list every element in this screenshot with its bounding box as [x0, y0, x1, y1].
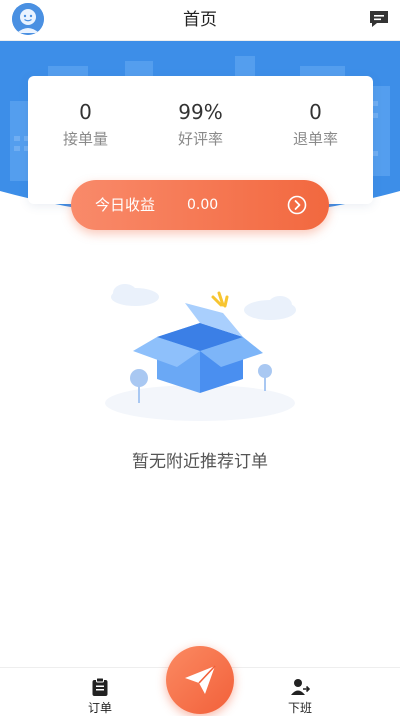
- top-app-bar: 首页: [0, 0, 400, 41]
- stat-order-count[interactable]: 0 接单量: [28, 100, 143, 149]
- stat-value: 0: [79, 100, 92, 124]
- stat-label: 接单量: [62, 130, 108, 148]
- stat-label: 退单率: [292, 130, 338, 148]
- nav-orders[interactable]: 订单: [70, 677, 130, 716]
- stat-value: 99%: [178, 100, 223, 124]
- earnings-value: 0.00: [187, 197, 219, 213]
- send-fab-button[interactable]: [166, 646, 234, 714]
- message-icon[interactable]: [368, 9, 390, 29]
- open-box-icon: [105, 284, 296, 421]
- nav-off-duty[interactable]: 下班: [270, 677, 330, 716]
- user-logout-icon: [291, 679, 310, 695]
- nav-orders-label: 订单: [87, 701, 112, 715]
- stat-rating[interactable]: 99% 好评率: [143, 100, 258, 149]
- stat-value: 0: [309, 100, 322, 124]
- clipboard-icon: [92, 677, 108, 696]
- earnings-label: 今日收益: [95, 196, 156, 214]
- empty-state-message: 暂无附近推荐订单: [132, 452, 268, 472]
- nav-off-duty-label: 下班: [287, 701, 312, 715]
- paper-plane-icon: [185, 665, 216, 694]
- stat-label: 好评率: [177, 130, 223, 148]
- chevron-right-circle-icon: [287, 195, 307, 215]
- today-earnings-button[interactable]: 今日收益 0.00: [71, 180, 329, 230]
- page-title: 首页: [183, 10, 217, 30]
- stat-refund-rate[interactable]: 0 退单率: [258, 100, 373, 149]
